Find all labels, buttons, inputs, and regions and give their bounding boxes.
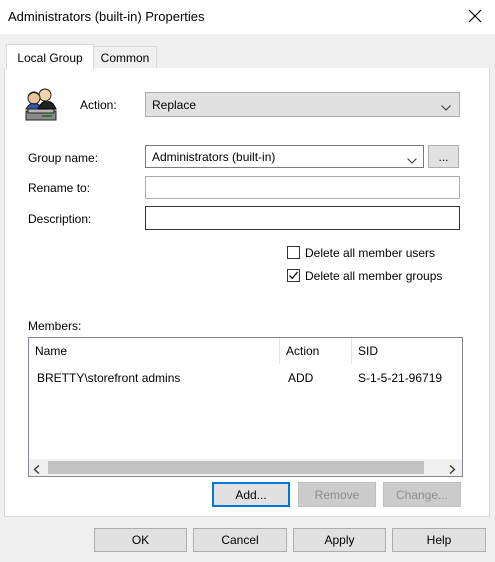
help-button[interactable]: Help [392,528,486,552]
column-header-name[interactable]: Name [29,338,280,364]
add-member-button[interactable]: Add... [212,482,290,507]
group-name-label: Group name: [28,151,99,165]
ok-button[interactable]: OK [94,528,187,552]
members-label: Members: [28,319,82,333]
delete-groups-checkbox[interactable] [287,269,300,282]
browse-label: ... [438,149,449,164]
action-label: Action: [80,98,117,112]
tab-local-group-label: Local Group [17,50,83,65]
action-value: Replace [152,97,197,112]
delete-users-checkbox[interactable] [287,246,300,259]
change-member-button[interactable]: Change... [383,482,461,507]
action-dropdown[interactable]: Replace [145,92,460,117]
description-label: Description: [28,212,92,226]
member-sid: S-1-5-21-96719 [358,371,443,385]
delete-groups-label[interactable]: Delete all member groups [305,269,442,283]
tab-common-label: Common [100,51,150,65]
tab-local-group[interactable]: Local Group [6,44,94,70]
column-header-sid[interactable]: SID [352,338,462,364]
group-name-combo[interactable]: Administrators (built-in) [145,145,424,168]
rename-label: Rename to: [28,181,91,195]
tab-common[interactable]: Common [93,46,157,69]
close-icon [468,9,482,23]
delete-users-label[interactable]: Delete all member users [305,246,435,260]
chevron-down-icon [441,100,451,114]
scroll-left-icon[interactable] [33,463,41,476]
group-name-value: Administrators (built-in) [152,150,276,164]
window-title: Administrators (built-in) Properties [8,9,205,24]
description-input[interactable] [145,206,460,230]
scroll-right-icon[interactable] [448,463,456,476]
rename-input[interactable] [145,176,460,199]
close-button[interactable] [462,3,488,29]
horizontal-scrollbar[interactable] [29,459,462,476]
scrollbar-thumb[interactable] [48,461,424,474]
remove-member-button[interactable]: Remove [298,482,376,507]
checkmark-icon [289,271,298,280]
apply-button[interactable]: Apply [293,528,386,552]
members-list-header: Name Action SID [29,338,462,364]
member-action: ADD [288,371,314,385]
local-group-icon [22,85,62,125]
members-list[interactable]: Name Action SID BRETTY\storefront admins… [28,337,463,477]
browse-group-button[interactable]: ... [428,145,459,168]
table-row[interactable]: BRETTY\storefront admins ADD S-1-5-21-96… [29,368,462,388]
column-header-action[interactable]: Action [280,338,352,364]
cancel-button[interactable]: Cancel [193,528,287,552]
member-name: BRETTY\storefront admins [37,371,181,385]
chevron-down-icon[interactable] [407,153,417,167]
